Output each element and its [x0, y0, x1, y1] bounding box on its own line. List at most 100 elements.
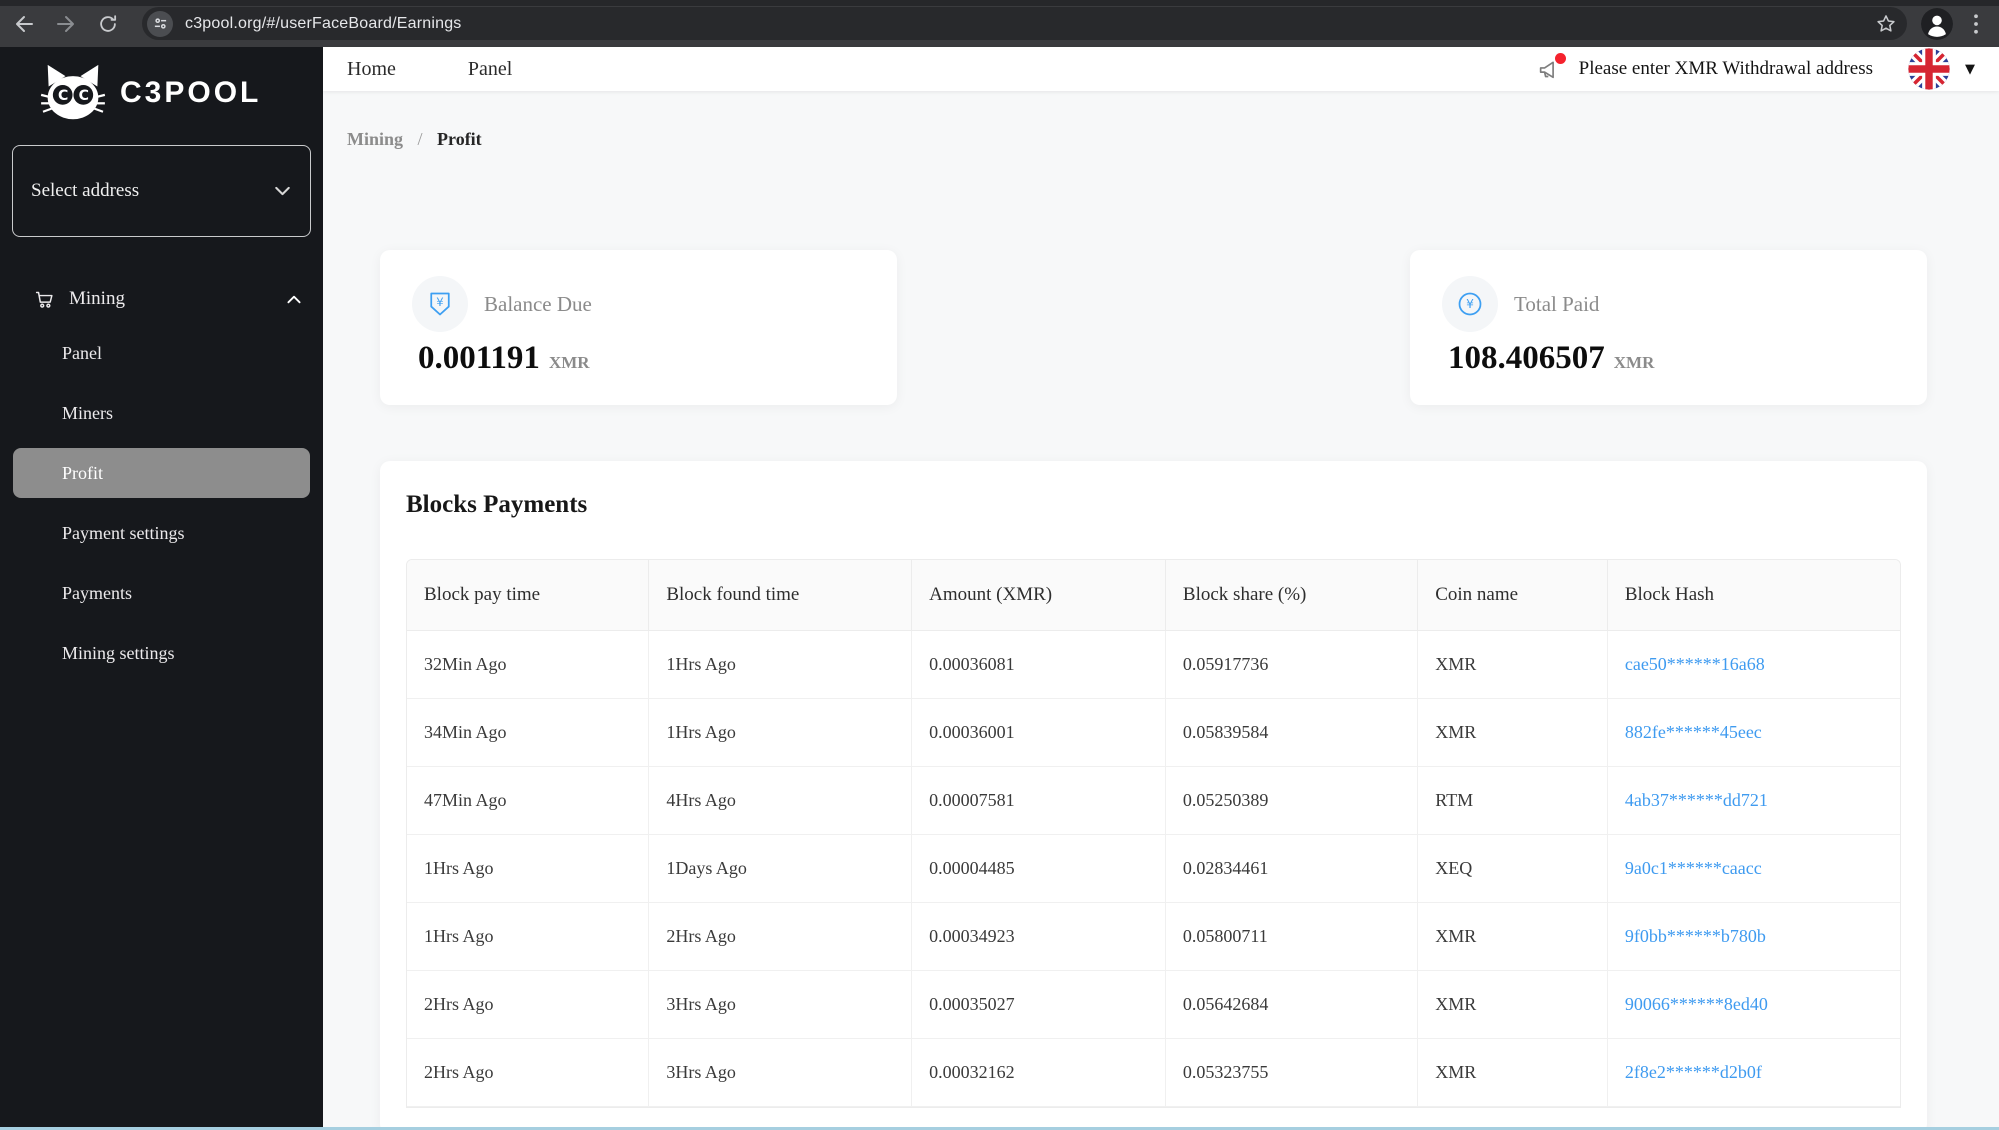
language-selector[interactable]	[1907, 47, 1951, 91]
sidebar-item-label: Payment settings	[62, 522, 185, 543]
sidebar-group-label: Mining	[69, 288, 125, 309]
table-row: 1Hrs Ago 2Hrs Ago 0.00034923 0.05800711 …	[407, 902, 1900, 971]
sidebar-item-miners[interactable]: Miners	[0, 383, 323, 443]
cell-coin: XMR	[1417, 630, 1608, 699]
browser-menu-kebab-icon[interactable]	[1967, 13, 1985, 35]
sidebar-menu: Mining Panel Miners Profit Payment setti…	[0, 275, 323, 683]
site-settings-button[interactable]	[147, 10, 173, 37]
sidebar-item-label: Profit	[62, 462, 104, 483]
sidebar-group-mining[interactable]: Mining	[0, 275, 323, 323]
sidebar-item-label: Panel	[62, 342, 102, 363]
sidebar-item-label: Payments	[62, 582, 132, 603]
chevron-up-icon	[287, 295, 301, 303]
block-hash-link[interactable]: 4ab37******dd721	[1607, 766, 1900, 835]
svg-text:¥: ¥	[436, 295, 443, 309]
cell-pay-time: 32Min Ago	[407, 630, 650, 699]
bookmark-star-icon[interactable]	[1875, 13, 1897, 35]
logo-wordmark: C3POOL	[120, 76, 262, 109]
notification-button[interactable]	[1537, 53, 1567, 83]
block-hash-link[interactable]: 90066******8ed40	[1607, 970, 1900, 1039]
col-block-share: Block share (%)	[1165, 560, 1419, 631]
yuan-shield-icon: ¥	[430, 292, 450, 316]
block-hash-link[interactable]: 882fe******45eec	[1607, 698, 1900, 767]
cell-share: 0.05839584	[1165, 698, 1419, 767]
cell-amount: 0.00007581	[911, 766, 1166, 835]
sidebar-item-label: Miners	[62, 402, 113, 423]
notification-badge	[1554, 53, 1566, 64]
total-paid-label: Total Paid	[1514, 291, 1600, 316]
cell-coin: XEQ	[1417, 834, 1608, 903]
cell-found-time: 3Hrs Ago	[648, 970, 913, 1039]
cell-found-time: 4Hrs Ago	[648, 766, 913, 835]
cell-pay-time: 34Min Ago	[407, 698, 650, 767]
cell-amount: 0.00036001	[911, 698, 1166, 767]
avatar-icon	[1921, 7, 1953, 40]
total-paid-card: ¥ Total Paid 108.406507 XMR	[1410, 250, 1927, 405]
sidebar-item-mining-settings[interactable]: Mining settings	[0, 623, 323, 683]
cell-pay-time: 1Hrs Ago	[407, 902, 650, 971]
block-hash-link[interactable]: 9a0c1******caacc	[1607, 834, 1900, 903]
cell-found-time: 3Hrs Ago	[648, 1038, 913, 1107]
nav-panel[interactable]: Panel	[468, 58, 512, 81]
language-caret-icon[interactable]: ▼	[1965, 62, 1975, 77]
nav-home[interactable]: Home	[347, 58, 396, 81]
col-coin-name: Coin name	[1417, 560, 1608, 631]
col-block-pay-time: Block pay time	[407, 560, 650, 631]
breadcrumb-profit: Profit	[437, 129, 482, 149]
cell-share: 0.05800711	[1165, 902, 1419, 971]
svg-text:C: C	[58, 88, 68, 104]
browser-forward-button[interactable]	[52, 10, 80, 38]
mining-cart-icon	[35, 291, 53, 308]
cell-coin: XMR	[1417, 902, 1608, 971]
col-block-found-time: Block found time	[648, 560, 913, 631]
col-block-hash: Block Hash	[1607, 560, 1900, 631]
table-row: 1Hrs Ago 1Days Ago 0.00004485 0.02834461…	[407, 834, 1900, 903]
svg-text:C: C	[79, 88, 89, 104]
top-navbar: Home Panel Please enter XMR Withdrawal a…	[323, 47, 1999, 91]
sidebar-item-payment-settings[interactable]: Payment settings	[0, 503, 323, 563]
select-address-dropdown[interactable]: Select address	[12, 145, 311, 237]
balance-icon-circle: ¥	[412, 276, 468, 332]
sidebar-item-profit[interactable]: Profit	[13, 448, 310, 498]
cell-pay-time: 1Hrs Ago	[407, 834, 650, 903]
sidebar-item-panel[interactable]: Panel	[0, 323, 323, 383]
blocks-payments-title: Blocks Payments	[406, 491, 588, 518]
page-content: Mining / Profit ¥ Balance Due 0.001191 XM…	[323, 91, 1999, 1130]
sidebar: C C C3POOL Select address Mining Panel M…	[0, 47, 323, 1130]
total-paid-icon-circle: ¥	[1442, 276, 1498, 332]
cell-coin: RTM	[1417, 766, 1608, 835]
uk-flag-icon	[1908, 48, 1950, 90]
back-arrow-icon	[16, 15, 33, 32]
select-address-placeholder: Select address	[31, 180, 140, 201]
cell-coin: XMR	[1417, 698, 1608, 767]
chevron-down-icon	[275, 186, 290, 196]
cell-pay-time: 47Min Ago	[407, 766, 650, 835]
balance-due-label: Balance Due	[484, 291, 592, 316]
cell-share: 0.05917736	[1165, 630, 1419, 699]
block-hash-link[interactable]: 2f8e2******d2b0f	[1607, 1038, 1900, 1107]
cell-share: 0.05323755	[1165, 1038, 1419, 1107]
block-hash-link[interactable]: 9f0bb******b780b	[1607, 902, 1900, 971]
cell-share: 0.05642684	[1165, 970, 1419, 1039]
cell-found-time: 1Days Ago	[648, 834, 913, 903]
svg-text:¥: ¥	[1466, 297, 1474, 311]
cell-amount: 0.00034923	[911, 902, 1166, 971]
forward-arrow-icon	[57, 15, 74, 32]
browser-chrome: c3pool.org/#/userFaceBoard/Earnings	[0, 0, 1999, 47]
sidebar-item-payments[interactable]: Payments	[0, 563, 323, 623]
table-row: 34Min Ago 1Hrs Ago 0.00036001 0.05839584…	[407, 698, 1900, 767]
browser-back-button[interactable]	[10, 10, 38, 38]
breadcrumb-separator: /	[417, 129, 423, 149]
browser-profile-button[interactable]	[1921, 7, 1953, 40]
address-bar[interactable]: c3pool.org/#/userFaceBoard/Earnings	[142, 7, 1907, 40]
c3pool-logo[interactable]: C C C3POOL	[0, 47, 323, 123]
cat-logo-icon: C C	[40, 64, 106, 120]
cell-found-time: 1Hrs Ago	[648, 630, 913, 699]
notice-text[interactable]: Please enter XMR Withdrawal address	[1579, 58, 1873, 80]
browser-reload-button[interactable]	[94, 10, 122, 38]
total-paid-unit: XMR	[1613, 353, 1655, 372]
yuan-circle-icon: ¥	[1458, 292, 1482, 316]
breadcrumb-mining[interactable]: Mining	[347, 129, 403, 149]
block-hash-link[interactable]: cae50******16a68	[1607, 630, 1900, 699]
cell-coin: XMR	[1417, 1038, 1608, 1107]
